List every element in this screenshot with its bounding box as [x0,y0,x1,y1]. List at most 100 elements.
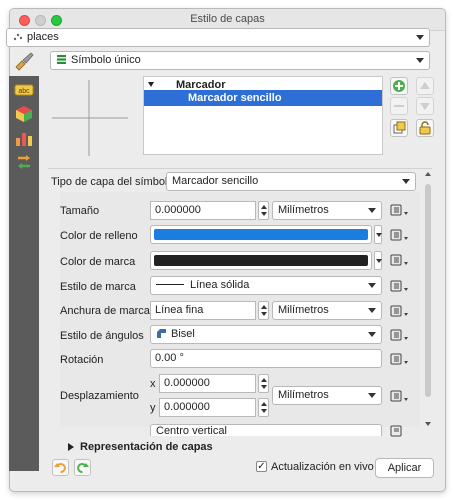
chevron-down-icon [416,58,424,63]
history-icon[interactable] [14,152,34,172]
solid-line-icon [156,284,184,285]
live-update-checkbox[interactable]: ✓ [256,461,267,472]
symbol-layer-tree[interactable]: Marcador Marcador sencillo [143,76,383,155]
stroke-width-unit-value: Milímetros [278,304,329,316]
arrow-up-icon [420,82,430,89]
data-defined-override-icon[interactable] [388,304,410,318]
scrollbar-thumb[interactable] [425,184,431,397]
stroke-width-input[interactable]: Línea fina [150,301,256,320]
apply-button[interactable]: Aplicar [375,458,434,478]
live-update-label: Actualización en vivo [271,461,374,473]
chevron-down-icon [402,179,410,184]
chevron-down-icon [368,208,376,213]
paintbrush-icon [15,52,34,71]
data-defined-override-icon[interactable] [388,328,410,342]
stroke-style-value: Línea sólida [190,279,250,291]
data-defined-override-icon[interactable] [388,228,410,242]
chevron-down-icon [368,332,376,337]
stroke-width-unit-select[interactable]: Milímetros [272,301,382,320]
symbol-layer-type-label: Tipo de capa del símbolo [51,176,174,188]
anchor-vertical-value: Centro vertical [156,425,227,437]
chevron-down-icon [416,35,424,40]
fill-color-swatch [154,229,368,240]
add-symbol-layer-button[interactable] [390,77,408,95]
diagrams-icon[interactable] [14,128,34,148]
svg-text:abc: abc [18,88,30,95]
lock-color-button[interactable] [416,119,434,137]
offset-x-label: x [150,378,156,390]
data-defined-override-icon[interactable] [388,203,410,217]
stroke-color-label: Color de marca [60,256,136,268]
style-panel-sidebar: abc [9,76,39,471]
size-unit-select[interactable]: Milímetros [272,201,382,220]
lock-icon [419,121,431,135]
layer-rendering-section[interactable]: Representación de capas [68,441,213,453]
point-layer-icon [13,33,23,41]
stroke-style-label: Estilo de marca [60,281,136,293]
move-down-button[interactable] [416,97,434,115]
3d-view-icon[interactable] [14,104,34,124]
fill-color-menu-button[interactable] [374,225,382,244]
join-style-label: Estilo de ángulos [60,330,144,342]
move-up-button[interactable] [416,77,434,95]
stroke-color-menu-button[interactable] [374,251,382,270]
rotation-label: Rotación [60,354,104,366]
undo-button[interactable] [52,459,69,476]
bevel-join-icon [157,329,166,338]
data-defined-override-icon[interactable] [388,279,410,293]
renderer-selector[interactable]: Símbolo único [50,51,430,70]
stroke-width-label: Anchura de marca [60,305,150,317]
size-spinner[interactable] [258,201,269,220]
stroke-color-swatch [154,255,368,266]
expand-arrow-icon[interactable] [68,443,74,451]
expand-arrow-icon[interactable] [148,82,154,87]
symbol-preview [52,80,128,156]
stroke-color-button[interactable] [150,251,372,270]
size-input[interactable]: 0.000000 [150,201,256,220]
join-style-select[interactable]: Bisel [150,325,382,344]
offset-unit-select[interactable]: Milímetros [272,386,382,405]
fill-color-button[interactable] [150,225,372,244]
plus-icon [393,80,405,92]
arrow-down-icon [420,103,430,110]
offset-y-label: y [150,402,156,414]
offset-y-input[interactable]: 0.000000 [159,398,256,417]
join-style-value: Bisel [171,328,195,340]
chevron-down-icon [368,308,376,313]
offset-label: Desplazamiento [60,390,139,402]
symbol-layer-type-value: Marcador sencillo [172,175,259,187]
data-defined-override-icon[interactable] [388,253,410,267]
data-defined-override-icon[interactable] [388,389,410,403]
fill-color-label: Color de relleno [60,230,138,242]
properties-scrollbar[interactable] [424,170,433,428]
scroll-up-arrow-icon[interactable] [425,172,431,176]
data-defined-override-icon[interactable] [388,352,410,366]
scroll-down-arrow-icon[interactable] [425,422,431,426]
layer-selector[interactable]: places [6,28,430,47]
stroke-width-spinner[interactable] [258,301,269,320]
size-unit-value: Milímetros [278,204,329,216]
undo-icon [54,463,66,473]
stroke-style-select[interactable]: Línea sólida [150,276,382,295]
redo-icon [77,463,89,473]
offset-y-spinner[interactable] [258,398,269,417]
symbol-layer-type-select[interactable]: Marcador sencillo [166,172,416,191]
tree-item-simple-marker[interactable]: Marcador sencillo [144,90,382,106]
layer-rendering-label: Representación de capas [80,441,213,453]
window-title: Estilo de capas [190,13,265,25]
chevron-down-icon [368,393,376,398]
layer-selector-value: places [27,31,59,43]
duplicate-symbol-layer-button[interactable] [390,119,408,137]
labels-icon[interactable]: abc [14,80,34,100]
remove-symbol-layer-button[interactable] [390,97,408,115]
minus-icon [394,105,404,107]
data-defined-override-icon[interactable] [388,424,410,438]
offset-x-input[interactable]: 0.000000 [159,374,256,393]
single-symbol-icon [57,55,66,64]
rotation-input[interactable]: 0.00 ° [150,349,382,368]
anchor-vertical-select[interactable]: Centro vertical [150,424,382,436]
duplicate-icon [393,121,406,134]
chevron-down-icon [368,283,376,288]
offset-x-spinner[interactable] [258,374,269,393]
redo-button[interactable] [74,459,91,476]
